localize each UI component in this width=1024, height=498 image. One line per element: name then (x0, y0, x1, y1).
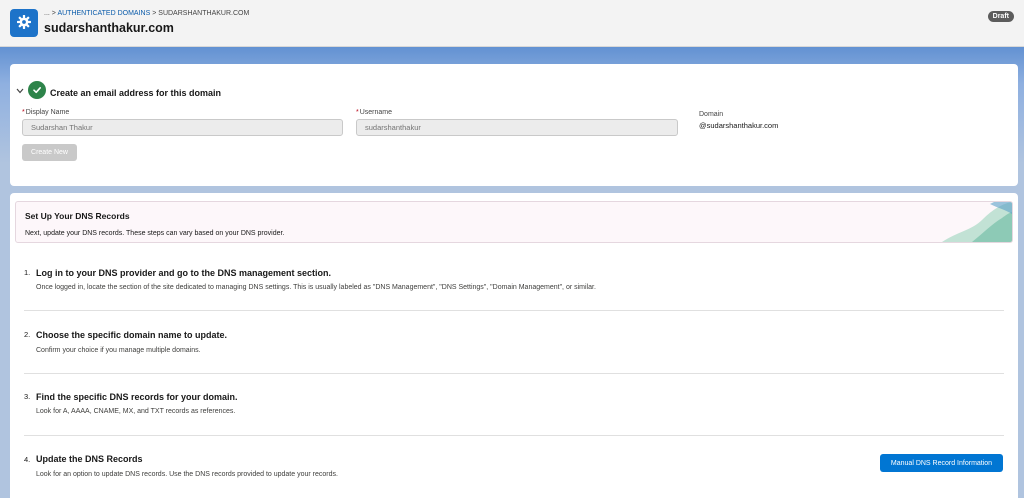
decorative-wave-illustration (942, 202, 1012, 242)
divider (24, 310, 1004, 311)
breadcrumb-current: SUDARSHANTHAKUR.COM (158, 10, 250, 17)
step-description: Once logged in, locate the section of th… (36, 284, 596, 291)
username-label-text: Username (359, 109, 393, 116)
dns-records-card: Set Up Your DNS Records Next, update you… (10, 193, 1018, 498)
step-number: 2. (24, 330, 31, 339)
gear-icon (16, 14, 32, 32)
username-field[interactable]: sudarshanthakur (356, 119, 678, 136)
required-marker: * (22, 109, 25, 116)
breadcrumb-ellipsis[interactable]: ... (44, 10, 50, 17)
step-title: Choose the specific domain name to updat… (36, 330, 228, 340)
breadcrumb: ... > AUTHENTICATED DOMAINS > SUDARSHANT… (44, 10, 249, 17)
breadcrumb-separator: > (51, 10, 56, 17)
chevron-down-icon[interactable] (16, 86, 24, 96)
breadcrumb-separator: > (152, 10, 157, 17)
domain-settings-app-icon (10, 9, 38, 37)
page-title: sudarshanthakur.com (44, 21, 174, 35)
success-check-icon (28, 81, 46, 99)
step-title: Update the DNS Records (36, 454, 143, 464)
email-address-card: Create an email address for this domain … (10, 64, 1018, 186)
step-title: Find the specific DNS records for your d… (36, 392, 238, 402)
section-title: Create an email address for this domain (50, 88, 222, 98)
dns-section-description: Next, update your DNS records. These ste… (25, 230, 285, 237)
breadcrumb-link-authenticated-domains[interactable]: AUTHENTICATED DOMAINS (57, 10, 150, 17)
step-number: 3. (24, 392, 31, 401)
domain-value: @sudarshanthakur.com (699, 121, 779, 130)
username-label: *Username (356, 109, 392, 116)
step-number: 4. (24, 455, 31, 464)
step-number: 1. (24, 268, 31, 277)
status-badge: Draft (987, 11, 1014, 22)
dns-setup-banner: Set Up Your DNS Records Next, update you… (15, 201, 1013, 243)
step-description: Look for an option to update DNS records… (36, 471, 338, 478)
step-title: Log in to your DNS provider and go to th… (36, 268, 332, 278)
display-name-label-text: Display Name (25, 109, 70, 116)
divider (24, 435, 1004, 436)
page-header: ... > AUTHENTICATED DOMAINS > SUDARSHANT… (0, 0, 1024, 47)
step-description: Confirm your choice if you manage multip… (36, 347, 201, 354)
divider (24, 373, 1004, 374)
manual-dns-record-information-button[interactable]: Manual DNS Record Information (880, 454, 1003, 472)
display-name-field[interactable]: Sudarshan Thakur (22, 119, 343, 136)
step-description: Look for A, AAAA, CNAME, MX, and TXT rec… (36, 408, 236, 415)
create-new-button[interactable]: Create New (22, 144, 77, 161)
display-name-label: *Display Name (22, 109, 69, 116)
required-marker: * (356, 109, 359, 116)
domain-label: Domain (699, 111, 724, 118)
dns-section-title: Set Up Your DNS Records (25, 211, 130, 221)
